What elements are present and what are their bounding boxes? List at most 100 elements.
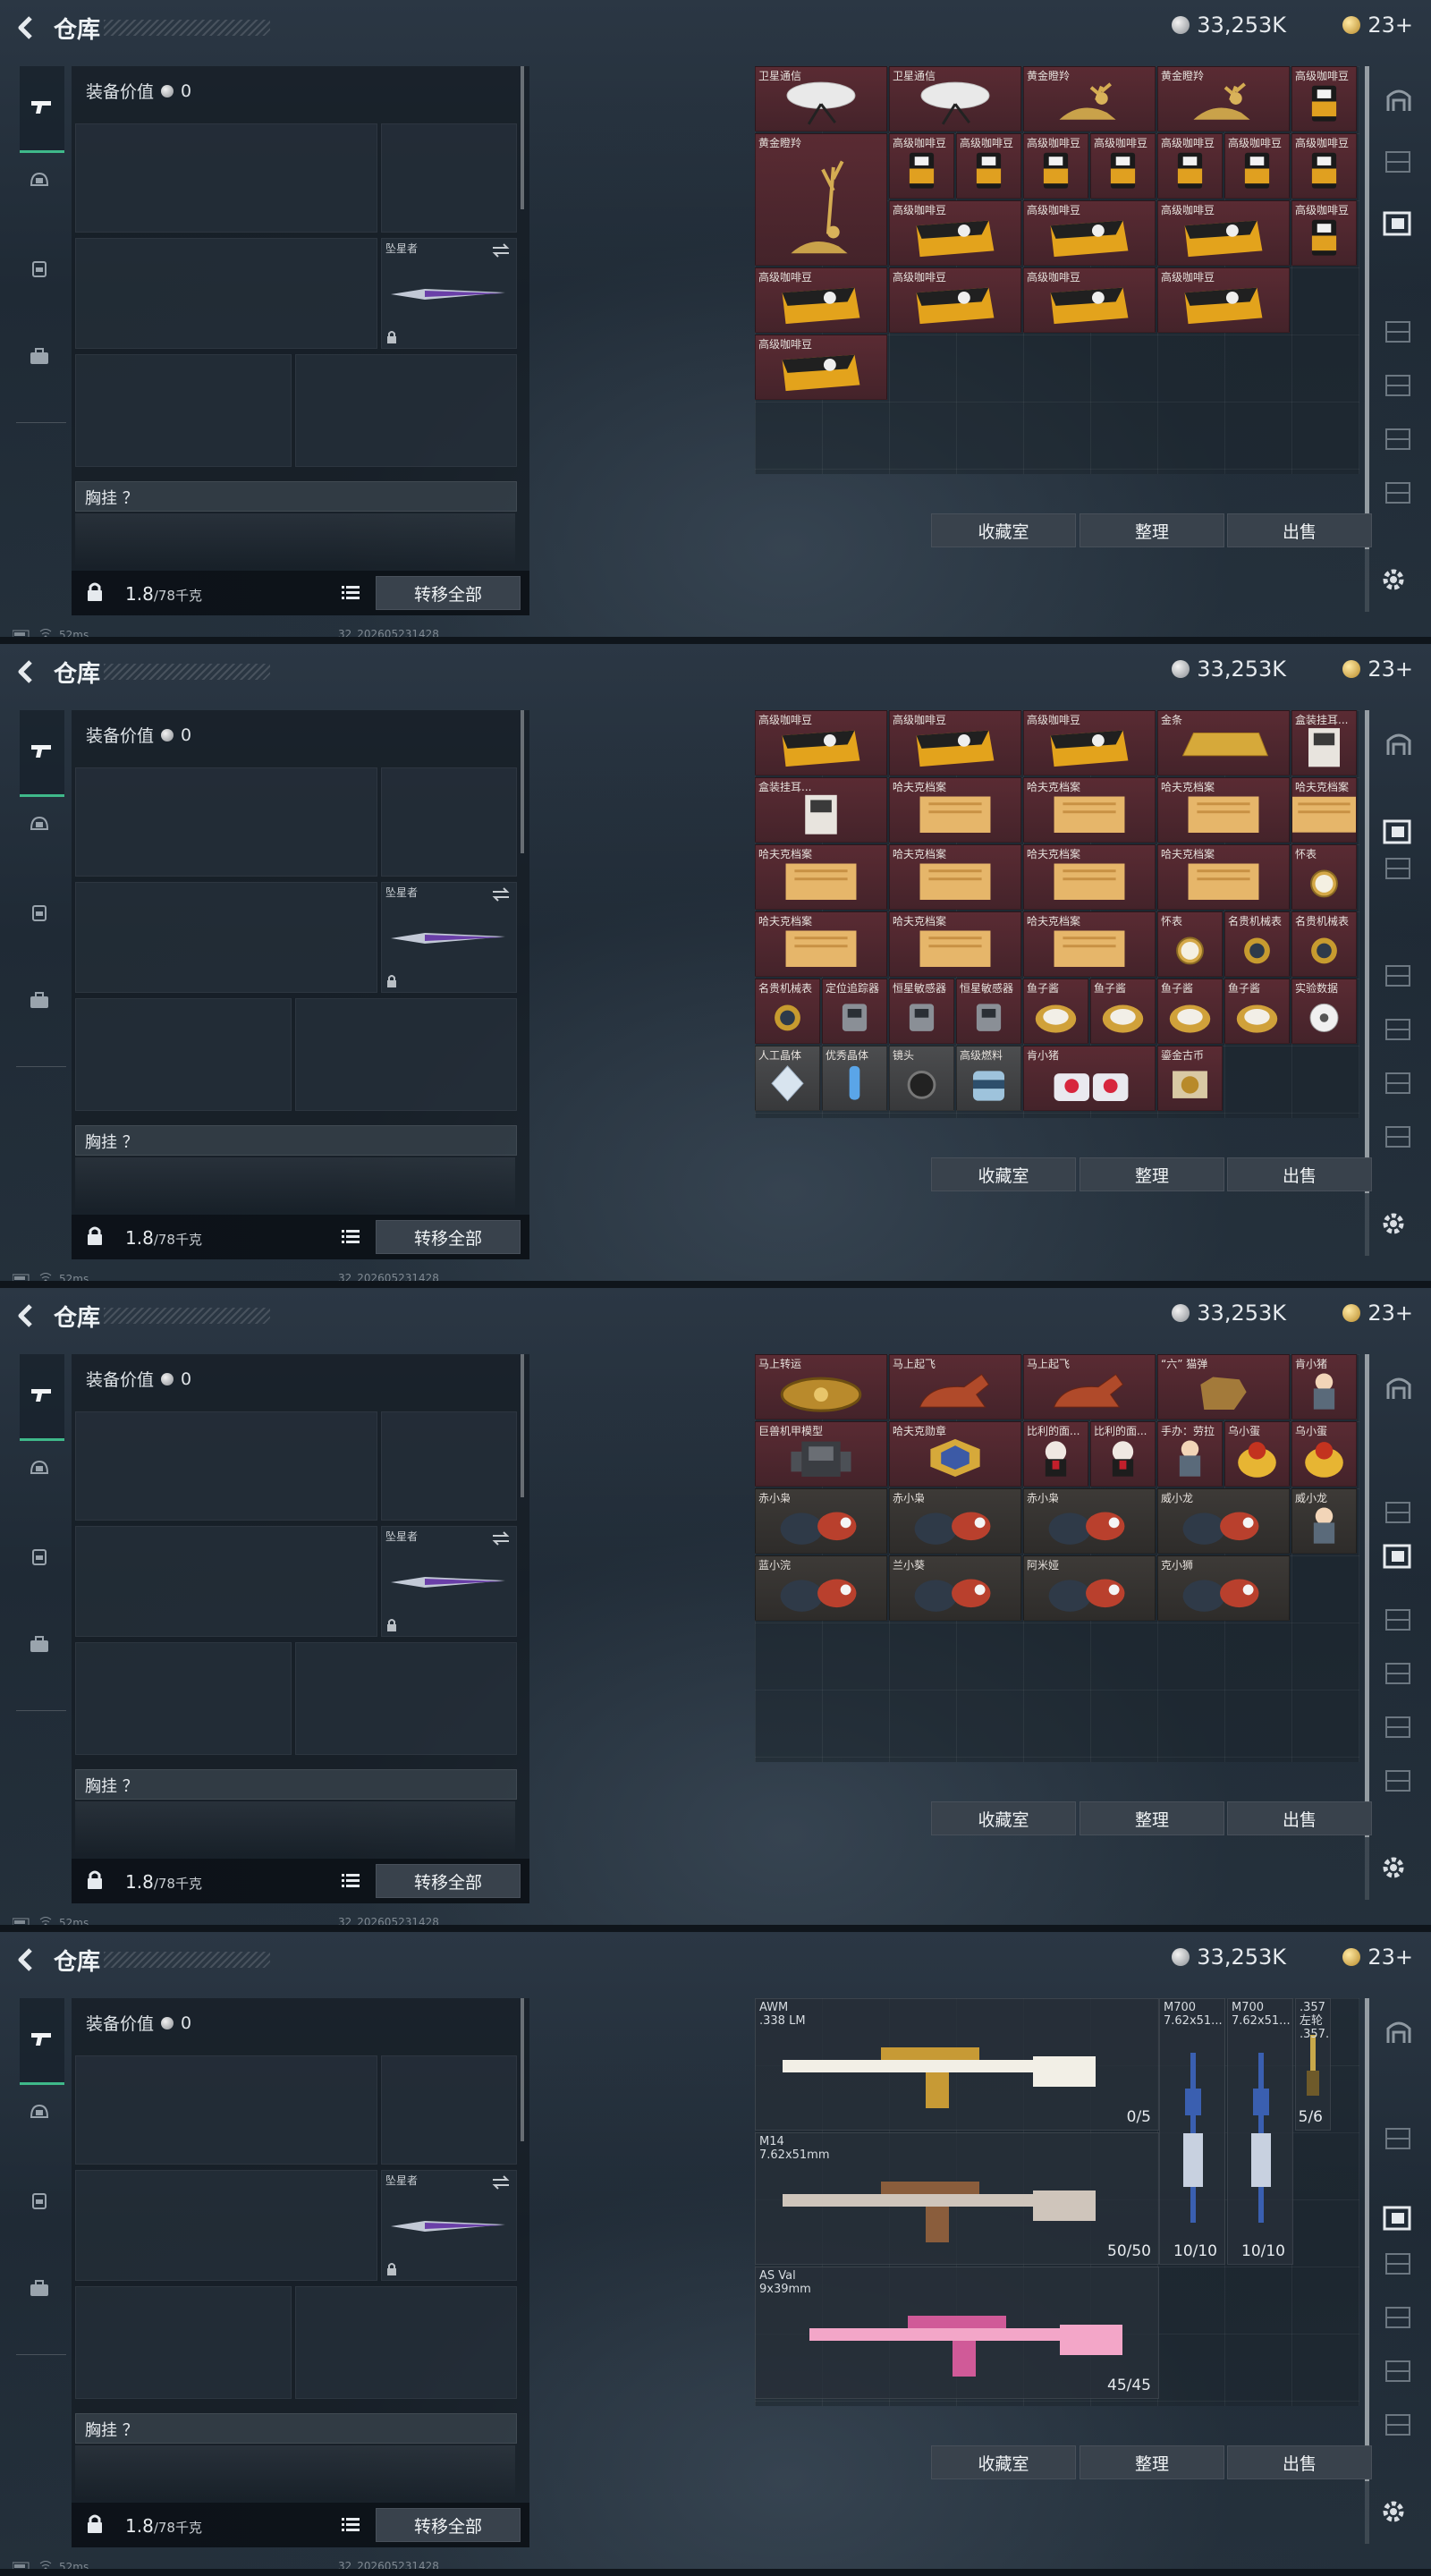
swap-icon[interactable] [491, 1530, 511, 1546]
warehouse-scrollbar[interactable] [1365, 1354, 1369, 1837]
lock-icon[interactable] [86, 1225, 104, 1247]
inventory-item[interactable]: 高级咖啡豆 [956, 133, 1021, 199]
warehouse-scrollbar[interactable] [1365, 1998, 1369, 2481]
weapon-item[interactable]: AWM .338 LM 0/5 [755, 1998, 1159, 2131]
inventory-item[interactable]: 鎏金古币 [1157, 1046, 1223, 1111]
pistol-slot[interactable] [381, 1411, 517, 1521]
sell-button[interactable]: 出售 [1227, 1801, 1372, 1835]
melee-slot[interactable]: 坠星者 [381, 1526, 517, 1637]
silver-balance[interactable]: 33,253K [1172, 13, 1286, 38]
shelf-icon[interactable] [1381, 2302, 1417, 2333]
sort-button[interactable]: 整理 [1080, 1801, 1224, 1835]
armor-slot[interactable] [295, 2286, 517, 2399]
shelf-icon[interactable] [1381, 2123, 1417, 2154]
inventory-item[interactable]: 高级咖啡豆 [889, 710, 1021, 775]
warehouse-scrollbar[interactable] [1365, 710, 1369, 1193]
shelf-icon[interactable] [1381, 1497, 1417, 1528]
inventory-item[interactable]: 盒装挂耳... [1291, 710, 1357, 775]
shelf-icon[interactable] [1381, 1712, 1417, 1742]
transfer-all-button[interactable]: 转移全部 [376, 576, 521, 610]
inventory-item[interactable]: 定位追踪器 [822, 979, 887, 1044]
shelf-icon[interactable] [1381, 424, 1417, 454]
primary-weapon-slot[interactable] [75, 767, 377, 877]
shelf-active-icon[interactable] [1381, 2204, 1417, 2234]
nav-weapons[interactable] [20, 1998, 64, 2085]
inventory-item[interactable]: 哈夫克档案 [889, 777, 1021, 843]
shelf-icon[interactable] [1381, 2356, 1417, 2386]
weapon-item[interactable]: AS Val 9x39mm 45/45 [755, 2267, 1159, 2399]
inventory-item[interactable]: 威小龙 [1157, 1488, 1290, 1554]
inventory-item[interactable]: 名贵机械表 [755, 979, 820, 1044]
nav-backpack[interactable] [18, 249, 61, 292]
secondary-weapon-slot[interactable] [75, 1526, 377, 1637]
inventory-item[interactable]: 乌小蛋 [1291, 1421, 1357, 1487]
melee-slot[interactable]: 坠星者 [381, 2170, 517, 2281]
inventory-item[interactable]: 镜头 [889, 1046, 954, 1111]
collection-room-button[interactable]: 收藏室 [931, 1801, 1076, 1835]
equipment-scrollbar[interactable] [521, 1998, 524, 2141]
collection-room-button[interactable]: 收藏室 [931, 2445, 1076, 2479]
lock-icon[interactable] [86, 1869, 104, 1891]
inventory-item[interactable]: 怀表 [1157, 911, 1223, 977]
shelf-icon[interactable] [1381, 1122, 1417, 1152]
inventory-item[interactable]: 哈夫克档案 [889, 844, 1021, 910]
armor-slot[interactable] [295, 998, 517, 1111]
lock-icon[interactable] [86, 581, 104, 603]
list-icon[interactable] [342, 1229, 360, 1245]
inventory-item[interactable]: 马上起飞 [889, 1354, 1021, 1419]
weapon-item[interactable]: M14 7.62x51mm 50/50 [755, 2132, 1159, 2265]
inventory-item[interactable]: 高级咖啡豆 [1090, 133, 1156, 199]
inventory-item[interactable]: 高级咖啡豆 [1224, 133, 1290, 199]
inventory-item[interactable]: 比利的面... [1090, 1421, 1156, 1487]
arch-icon[interactable] [1381, 2016, 1417, 2046]
gear-icon[interactable] [1379, 565, 1408, 594]
inventory-item[interactable]: 人工晶体 [755, 1046, 820, 1111]
inventory-item[interactable]: 哈夫克档案 [1157, 777, 1290, 843]
inventory-item[interactable]: 黄金瞪羚 [755, 133, 887, 266]
pistol-slot[interactable] [381, 123, 517, 233]
sort-button[interactable]: 整理 [1080, 2445, 1224, 2479]
inventory-item[interactable]: 高级咖啡豆 [889, 267, 1021, 333]
inventory-item[interactable]: 高级咖啡豆 [1023, 133, 1088, 199]
arch-icon[interactable] [1381, 1372, 1417, 1402]
silver-balance[interactable]: 33,253K [1172, 657, 1286, 682]
nav-case[interactable] [18, 1624, 61, 1667]
silver-balance[interactable]: 33,253K [1172, 1301, 1286, 1326]
inventory-item[interactable]: 黄金瞪羚 [1023, 66, 1156, 131]
nav-case[interactable] [18, 336, 61, 379]
inventory-item[interactable]: 高级咖啡豆 [1157, 267, 1290, 333]
inventory-item[interactable]: 高级咖啡豆 [755, 710, 887, 775]
nav-weapons[interactable] [20, 710, 64, 797]
inventory-item[interactable]: 哈夫克档案 [1023, 844, 1156, 910]
shelf-icon[interactable] [1381, 1068, 1417, 1098]
inventory-item[interactable]: 高级咖啡豆 [889, 200, 1021, 266]
inventory-item[interactable]: 鱼子酱 [1224, 979, 1290, 1044]
sort-button[interactable]: 整理 [1080, 513, 1224, 547]
inventory-item[interactable]: “六” 猫弹 [1157, 1354, 1290, 1419]
weapon-item[interactable]: M700 7.62x51... 10/10 [1227, 1998, 1293, 2265]
inventory-item[interactable]: 哈夫克档案 [1291, 777, 1357, 843]
equipment-scrollbar[interactable] [521, 66, 524, 209]
shelf-icon[interactable] [1381, 853, 1417, 884]
nav-case[interactable] [18, 2268, 61, 2311]
helmet-slot[interactable] [75, 354, 292, 467]
inventory-item[interactable]: 兰小葵 [889, 1555, 1021, 1621]
chest-rig-slot[interactable]: 胸挂 ？ [75, 1125, 517, 1156]
shelf-icon[interactable] [1381, 2410, 1417, 2440]
equipment-scrollbar[interactable] [521, 1354, 524, 1497]
nav-helmet[interactable] [18, 2093, 61, 2136]
transfer-all-button[interactable]: 转移全部 [376, 1864, 521, 1898]
chevron-left-icon[interactable] [13, 1302, 39, 1329]
inventory-item[interactable]: 肯小猪 [1291, 1354, 1357, 1419]
inventory-item[interactable]: 哈夫克档案 [755, 911, 887, 977]
primary-weapon-slot[interactable] [75, 123, 377, 233]
inventory-item[interactable]: 手办：劳拉 [1157, 1421, 1223, 1487]
inventory-item[interactable]: 名贵机械表 [1291, 911, 1357, 977]
inventory-item[interactable]: 高级咖啡豆 [755, 335, 887, 400]
shelf-icon[interactable] [1381, 1605, 1417, 1635]
nav-backpack[interactable] [18, 2181, 61, 2224]
inventory-item[interactable]: 鱼子酱 [1090, 979, 1156, 1044]
shelf-icon[interactable] [1381, 317, 1417, 347]
inventory-item[interactable]: 乌小蛋 [1224, 1421, 1290, 1487]
primary-weapon-slot[interactable] [75, 2055, 377, 2165]
